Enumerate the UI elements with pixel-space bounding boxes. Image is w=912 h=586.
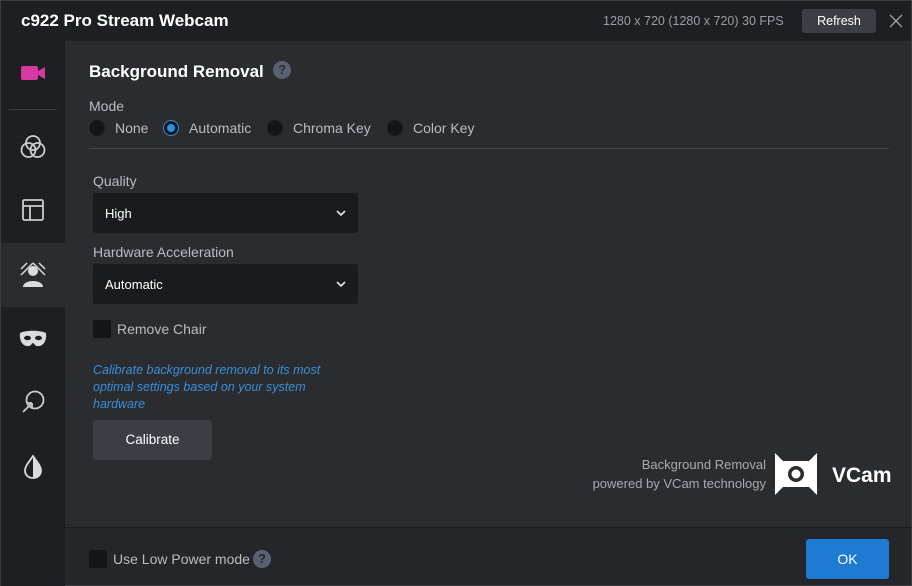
help-icon[interactable]: ? bbox=[273, 61, 291, 79]
radio-dot bbox=[89, 120, 105, 136]
radio-label: Automatic bbox=[189, 120, 252, 136]
radio-label: None bbox=[115, 120, 149, 136]
vcam-logo-text: VCam bbox=[832, 464, 892, 487]
color-circles-icon bbox=[20, 135, 46, 158]
sidebar-item-color[interactable] bbox=[1, 115, 65, 179]
title-bar: c922 Pro Stream Webcam 1280 x 720 (1280 … bbox=[1, 1, 911, 41]
powered-line-1: Background Removal bbox=[641, 457, 766, 472]
mode-label: Mode bbox=[89, 98, 125, 114]
refresh-button[interactable]: Refresh bbox=[802, 9, 876, 33]
layout-icon bbox=[22, 199, 44, 221]
calibrate-hint: Calibrate background removal to its most… bbox=[93, 363, 321, 411]
radio-dot-selected bbox=[163, 120, 179, 136]
mode-radio-none[interactable]: None bbox=[89, 119, 148, 137]
mask-icon bbox=[19, 330, 47, 347]
sidebar-item-link[interactable] bbox=[1, 370, 65, 434]
low-power-mode-label: Use Low Power mode bbox=[113, 551, 250, 567]
radio-label: Color Key bbox=[413, 120, 475, 136]
mode-radio-chroma-key[interactable]: Chroma Key bbox=[267, 119, 371, 137]
sidebar-divider bbox=[9, 109, 57, 110]
resolution-info: 1280 x 720 (1280 x 720) 30 FPS bbox=[603, 14, 784, 28]
divider bbox=[89, 148, 889, 149]
checkbox-box bbox=[89, 550, 107, 568]
vcam-logo-icon bbox=[775, 453, 817, 495]
window-title: c922 Pro Stream Webcam bbox=[21, 11, 229, 30]
sidebar-item-camera[interactable] bbox=[1, 41, 65, 105]
link-icon bbox=[22, 390, 45, 413]
hardware-acceleration-value: Automatic bbox=[105, 277, 163, 292]
chevron-down-icon bbox=[336, 210, 346, 217]
calibrate-button[interactable]: Calibrate bbox=[93, 420, 212, 460]
mode-radio-automatic[interactable]: Automatic bbox=[163, 119, 251, 137]
close-button[interactable] bbox=[887, 12, 905, 30]
sidebar-item-mask[interactable] bbox=[1, 307, 65, 371]
footer-bar: Use Low Power mode ? OK bbox=[65, 527, 911, 585]
contrast-drop-icon bbox=[24, 454, 42, 479]
app-window: c922 Pro Stream Webcam 1280 x 720 (1280 … bbox=[0, 0, 912, 586]
ok-button[interactable]: OK bbox=[806, 539, 889, 579]
powered-line-2: powered by VCam technology bbox=[592, 476, 766, 491]
background-removal-icon bbox=[20, 262, 46, 287]
remove-chair-label: Remove Chair bbox=[117, 321, 207, 337]
background-removal-panel: Background Removal ? Mode None Automatic… bbox=[65, 41, 911, 527]
help-icon[interactable]: ? bbox=[253, 550, 271, 568]
video-camera-icon bbox=[21, 66, 45, 80]
quality-label: Quality bbox=[93, 173, 137, 189]
mode-radio-color-key[interactable]: Color Key bbox=[387, 119, 474, 137]
quality-value: High bbox=[105, 206, 132, 221]
chevron-down-icon bbox=[336, 281, 346, 288]
sidebar-item-contrast[interactable] bbox=[1, 435, 65, 499]
radio-dot bbox=[387, 120, 403, 136]
hardware-acceleration-label: Hardware Acceleration bbox=[93, 244, 234, 260]
sidebar bbox=[1, 41, 65, 586]
page-title: Background Removal bbox=[89, 62, 264, 81]
close-icon bbox=[889, 14, 903, 28]
radio-dot bbox=[267, 120, 283, 136]
hardware-acceleration-select[interactable]: Automatic bbox=[93, 264, 358, 304]
powered-by-text: Background Removal powered by VCam techn… bbox=[593, 455, 766, 493]
sidebar-item-background-removal[interactable] bbox=[1, 243, 65, 307]
checkbox-box bbox=[93, 320, 111, 338]
radio-label: Chroma Key bbox=[293, 120, 371, 136]
low-power-mode-checkbox[interactable]: Use Low Power mode bbox=[89, 550, 250, 568]
remove-chair-checkbox[interactable]: Remove Chair bbox=[93, 320, 206, 338]
sidebar-item-layout[interactable] bbox=[1, 178, 65, 242]
quality-select[interactable]: High bbox=[93, 193, 358, 233]
